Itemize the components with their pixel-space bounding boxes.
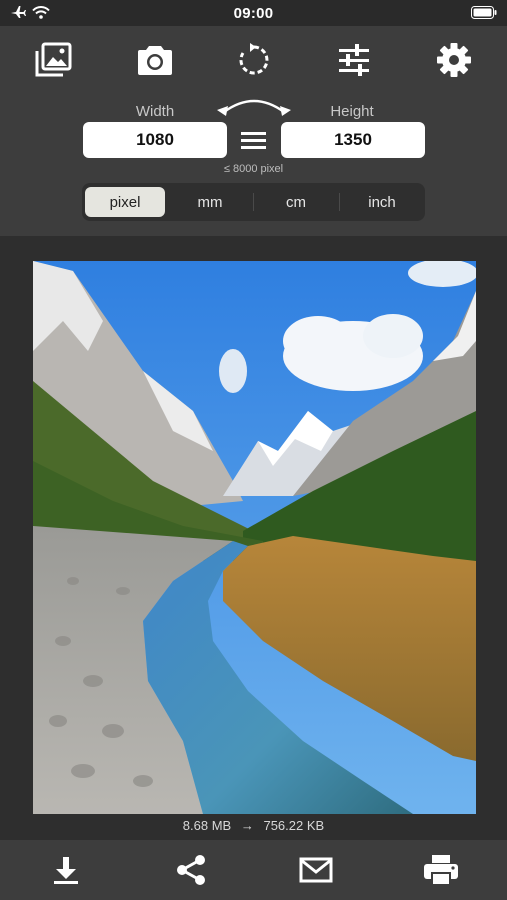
download-icon[interactable] bbox=[46, 852, 86, 888]
status-time: 09:00 bbox=[233, 5, 274, 22]
unit-option-pixel[interactable]: pixel bbox=[85, 187, 165, 217]
unit-option-mm[interactable]: mm bbox=[170, 187, 250, 217]
share-icon[interactable] bbox=[171, 852, 211, 888]
bottom-action-bar bbox=[0, 840, 507, 900]
pixel-limit-note: ≤ 8000 pixel bbox=[223, 163, 284, 175]
height-input[interactable] bbox=[281, 122, 425, 158]
print-icon[interactable] bbox=[421, 852, 461, 888]
aspect-lock-icon[interactable] bbox=[240, 130, 267, 150]
image-preview[interactable] bbox=[33, 261, 476, 814]
camera-icon[interactable] bbox=[135, 40, 175, 80]
height-label: Height bbox=[330, 103, 374, 120]
arrow-icon: → bbox=[240, 818, 254, 833]
top-panel: Width Height ≤ 8000 pixel pixel mm cm in… bbox=[0, 26, 507, 236]
unit-divider bbox=[339, 193, 340, 211]
settings-icon[interactable] bbox=[434, 40, 474, 80]
unit-segmented-control: pixel mm cm inch bbox=[82, 183, 425, 221]
unit-option-inch[interactable]: inch bbox=[342, 187, 422, 217]
swap-dimensions-icon[interactable] bbox=[214, 96, 294, 118]
photo-library-icon[interactable] bbox=[33, 40, 73, 80]
width-label: Width bbox=[135, 103, 175, 120]
mail-icon[interactable] bbox=[296, 852, 336, 888]
original-size: 8.68 MB bbox=[182, 818, 232, 833]
unit-option-cm[interactable]: cm bbox=[256, 187, 336, 217]
width-input[interactable] bbox=[83, 122, 227, 158]
new-size: 756.22 KB bbox=[263, 818, 325, 833]
adjustments-icon[interactable] bbox=[334, 40, 374, 80]
battery-icon bbox=[471, 6, 497, 24]
file-size-info: 8.68 MB → 756.22 KB bbox=[0, 818, 507, 833]
status-bar: 09:00 bbox=[0, 0, 507, 26]
rotate-icon[interactable] bbox=[234, 40, 274, 80]
unit-divider bbox=[253, 193, 254, 211]
